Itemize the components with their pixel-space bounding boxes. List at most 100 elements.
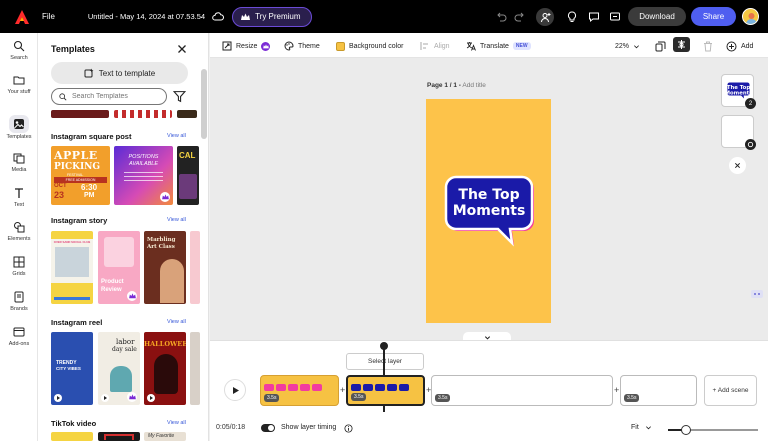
template-thumbnail-positions-available[interactable]: POSITIONS AVAILABLE: [114, 146, 173, 205]
view-all-link[interactable]: View all: [167, 420, 186, 426]
background-color-button[interactable]: Background color: [336, 40, 403, 52]
template-thumbnail[interactable]: [51, 432, 93, 441]
chevron-down-icon: [634, 44, 640, 48]
comment-icon[interactable]: [587, 10, 601, 24]
select-layer-button[interactable]: Select layer: [346, 353, 424, 370]
rail-label: Brands: [10, 306, 28, 312]
template-thumbnail-marbling[interactable]: Marbling Art Class: [144, 231, 186, 304]
assistant-icon[interactable]: [750, 287, 764, 299]
thumb-text: PM: [84, 192, 95, 199]
background-color-swatch: [336, 41, 345, 51]
template-thumbnail-apple-picking[interactable]: APPLE PICKING FESTIVAL FREE ADMISSION OC…: [51, 146, 110, 205]
fit-dropdown[interactable]: Fit: [631, 424, 652, 431]
template-thumbnail-social-club[interactable]: OVER SAND SOCIAL CLUB: [51, 231, 93, 304]
thumb-text: HALLOWEEN: [144, 340, 186, 348]
template-thumbnail-labor-day[interactable]: labor day sale: [98, 332, 140, 405]
close-panel-button[interactable]: [729, 157, 746, 174]
resize-button[interactable]: Resize: [222, 40, 271, 52]
section-title: Instagram reel: [51, 318, 103, 327]
timeline-zoom-slider[interactable]: [668, 425, 758, 435]
template-thumbnail[interactable]: [51, 110, 109, 118]
rail-item-elements[interactable]: Elements: [0, 221, 38, 242]
template-thumbnail[interactable]: [190, 231, 200, 304]
rail-item-templates[interactable]: Templates: [0, 115, 38, 140]
add-transition-icon[interactable]: +: [614, 385, 619, 395]
template-thumbnail[interactable]: [98, 432, 140, 441]
share-feedback-icon[interactable]: [608, 10, 622, 24]
template-thumbnail[interactable]: [114, 110, 172, 118]
invite-user-button[interactable]: [536, 8, 554, 26]
template-thumbnail[interactable]: My Favorite: [144, 432, 186, 441]
rail-item-your-stuff[interactable]: Your stuff: [0, 74, 38, 95]
thumb-text: POSITIONS: [128, 154, 159, 160]
show-layer-timing-toggle[interactable]: [261, 424, 275, 432]
thumb-text: day sale: [112, 346, 137, 353]
add-transition-icon[interactable]: +: [340, 385, 345, 395]
delete-button[interactable]: [703, 40, 713, 52]
scene-duration: 3.5s: [264, 394, 280, 402]
timeline-icon: [673, 36, 690, 52]
thumb-text: Product: [101, 279, 124, 285]
thumb-text: PICKING: [54, 162, 101, 172]
canvas-area[interactable]: Page 1 / 1 - Add title The Top Moments T…: [210, 58, 768, 342]
add-title-link[interactable]: Add title: [462, 82, 486, 89]
template-thumbnail[interactable]: [190, 332, 200, 405]
translate-button[interactable]: Translate NEW: [466, 40, 531, 52]
pages-view-button[interactable]: [655, 40, 666, 52]
rail-item-brands[interactable]: Brands: [0, 291, 38, 312]
adobe-express-logo[interactable]: [11, 6, 33, 28]
document-title[interactable]: Untitled - May 14, 2024 at 07.53.54: [88, 12, 205, 21]
text-to-template-button[interactable]: Text to template: [51, 62, 188, 84]
close-icon: [734, 162, 741, 169]
view-all-link[interactable]: View all: [167, 217, 186, 223]
template-search-field[interactable]: [51, 88, 167, 105]
play-button[interactable]: [224, 379, 246, 401]
share-button[interactable]: Share: [691, 7, 736, 26]
headline-text[interactable]: The Top Moments: [444, 187, 534, 219]
timeline-scene[interactable]: 3.5s: [431, 375, 613, 406]
theme-button[interactable]: Theme: [284, 40, 320, 52]
search-input[interactable]: [72, 93, 162, 100]
lightbulb-icon[interactable]: [565, 10, 579, 24]
rail-item-search[interactable]: Search: [0, 40, 38, 61]
avatar[interactable]: [742, 8, 759, 25]
template-thumbnail[interactable]: [177, 110, 197, 118]
template-thumbnail-halloween[interactable]: HALLOWEEN: [144, 332, 186, 405]
rail-item-media[interactable]: Media: [0, 152, 38, 173]
page-thumbnail[interactable]: The Top Moments 2: [721, 74, 756, 109]
close-icon[interactable]: [176, 43, 188, 55]
rail-label: Grids: [12, 271, 26, 277]
timeline-scene[interactable]: 3.5s: [620, 375, 697, 406]
section-title: Instagram story: [51, 216, 108, 225]
thumb-text: Art Class: [147, 244, 175, 250]
add-scene-button[interactable]: + Add scene: [704, 375, 757, 406]
page-label: Page 1 / 1 - Add title: [427, 82, 486, 89]
view-all-link[interactable]: View all: [167, 133, 186, 139]
file-menu[interactable]: File: [42, 12, 55, 21]
filter-icon[interactable]: [173, 90, 186, 103]
zoom-dropdown[interactable]: 22%: [615, 40, 640, 52]
panel-scrollbar[interactable]: [201, 69, 207, 139]
view-all-link[interactable]: View all: [167, 319, 186, 325]
design-page[interactable]: The Top Moments: [426, 99, 551, 323]
rail-item-text[interactable]: Text: [0, 187, 38, 208]
download-button[interactable]: Download: [628, 7, 686, 26]
templates-icon: [9, 115, 29, 133]
template-thumbnail-cal[interactable]: CAL: [177, 146, 199, 205]
timeline-scene-selected[interactable]: 3.5s: [346, 375, 425, 406]
try-premium-button[interactable]: Try Premium: [232, 6, 312, 27]
redo-icon[interactable]: [513, 10, 527, 24]
timeline-toggle-button[interactable]: [673, 36, 690, 52]
info-icon[interactable]: [344, 424, 353, 433]
rail-item-addons[interactable]: Add-ons: [0, 326, 38, 347]
undo-icon[interactable]: [494, 10, 508, 24]
template-thumbnail-trendy-city[interactable]: TRENDY CITY VIBES: [51, 332, 93, 405]
svg-text:Moments: Moments: [725, 90, 752, 96]
timeline-scene[interactable]: 3.5s: [260, 375, 339, 406]
template-thumbnail-product-review[interactable]: Product Review: [98, 231, 140, 304]
zoom-slider-handle[interactable]: [681, 425, 691, 435]
rail-item-grids[interactable]: Grids: [0, 256, 38, 277]
align-button[interactable]: Align: [420, 40, 450, 52]
add-page-button[interactable]: Add: [726, 40, 753, 52]
page-thumbnail-blank[interactable]: [721, 115, 756, 150]
